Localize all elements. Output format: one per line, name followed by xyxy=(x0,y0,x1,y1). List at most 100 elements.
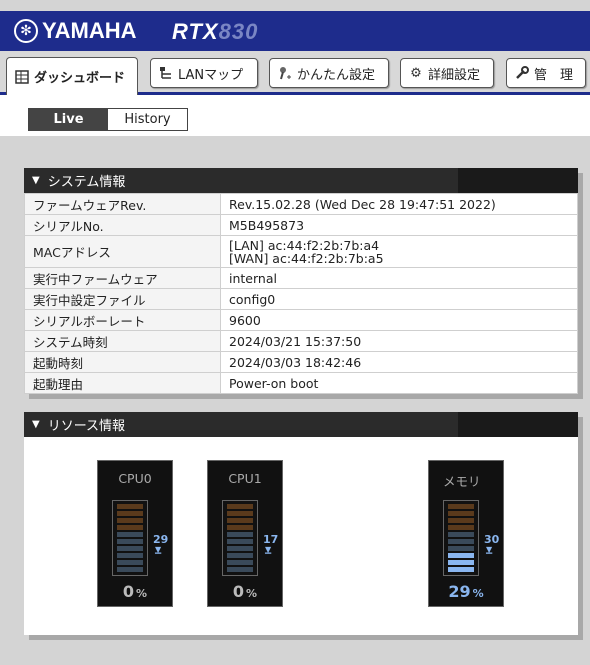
meter-segment xyxy=(227,560,253,565)
meter-segment xyxy=(117,511,143,516)
meter-percent: 0% xyxy=(208,582,282,601)
meter-segment xyxy=(227,567,253,572)
collapse-triangle-icon: ▼ xyxy=(32,419,40,430)
tab-advanced-settings-label: 詳細設定 xyxy=(428,67,481,83)
row-value: 9600 xyxy=(220,309,578,331)
system-info-title: システム情報 xyxy=(47,175,126,190)
meter-segment xyxy=(448,511,474,516)
row-value: 2024/03/03 18:42:46 xyxy=(220,351,578,373)
meter-segment xyxy=(448,532,474,537)
meter-segment xyxy=(117,546,143,551)
meter-percent: 0% xyxy=(98,582,172,601)
meter-segment xyxy=(448,553,474,558)
meter-segment xyxy=(448,539,474,544)
table-row: ファームウェアRev. Rev.15.02.28 (Wed Dec 28 19:… xyxy=(24,193,578,215)
row-key: ファームウェアRev. xyxy=(24,193,221,215)
row-key: 起動時刻 xyxy=(24,351,221,373)
yamaha-tuning-fork-icon: ✻ xyxy=(14,19,38,43)
model-prefix: RTX xyxy=(172,19,219,44)
meter-segment xyxy=(117,525,143,530)
resource-info-title: リソース情報 xyxy=(47,419,126,434)
meter-bars xyxy=(112,500,148,576)
meter-label: メモリ xyxy=(443,474,481,489)
table-row: 起動理由 Power-on boot xyxy=(24,372,578,394)
gear-icon: ⚙ xyxy=(410,65,422,81)
system-info-table: ファームウェアRev. Rev.15.02.28 (Wed Dec 28 19:… xyxy=(24,193,578,394)
live-button[interactable]: Live xyxy=(29,109,108,130)
meter-segment xyxy=(117,567,143,572)
wrench-icon xyxy=(515,66,529,80)
tab-dashboard[interactable]: ダッシュボード xyxy=(6,57,138,95)
system-info-header[interactable]: ▼ システム情報 xyxy=(24,168,578,193)
row-value: config0 xyxy=(220,288,578,310)
tab-management[interactable]: 管 理 xyxy=(506,58,586,88)
row-value: [LAN] ac:44:f2:2b:7b:a4 [WAN] ac:44:f2:2… xyxy=(220,235,578,268)
row-key: 実行中ファームウェア xyxy=(24,267,221,289)
peak-marker-icon: ▼ ▔ xyxy=(155,545,162,562)
resource-meters: CPU0 29 ▼ ▔ 0% CPU1 17 ▼ ▔ 0% メモリ 30 ▼ ▔ 29… xyxy=(24,437,578,635)
meter-value: 29 xyxy=(448,582,471,601)
meter-unit: % xyxy=(472,587,484,600)
meter-label: CPU0 xyxy=(118,471,152,486)
table-row: シリアルボーレート 9600 xyxy=(24,309,578,331)
row-value: 2024/03/21 15:37:50 xyxy=(220,330,578,352)
meter-bars xyxy=(443,500,479,576)
table-row: システム時刻 2024/03/21 15:37:50 xyxy=(24,330,578,352)
meter-segment xyxy=(227,504,253,509)
meter-unit: % xyxy=(136,587,148,600)
tab-management-label: 管 理 xyxy=(534,67,574,83)
header-shade xyxy=(458,412,578,437)
tab-easy-setup[interactable]: かんたん設定 xyxy=(269,58,389,88)
table-row: 実行中ファームウェア internal xyxy=(24,267,578,289)
brand-name: YAMAHA xyxy=(42,18,137,43)
table-row: 起動時刻 2024/03/03 18:42:46 xyxy=(24,351,578,373)
meter-segment xyxy=(227,518,253,523)
meter-segment xyxy=(117,518,143,523)
memory-meter: メモリ 30 ▼ ▔ 29% xyxy=(428,460,504,607)
meter-segment xyxy=(448,525,474,530)
row-key: シリアルNo. xyxy=(24,214,221,236)
peak-marker-icon: ▼ ▔ xyxy=(486,545,493,562)
meter-segment xyxy=(227,525,253,530)
dashboard-icon xyxy=(15,69,29,84)
meter-percent: 29% xyxy=(429,582,503,601)
live-history-toggle: Live History xyxy=(28,108,188,131)
meter-segment xyxy=(227,511,253,516)
meter-bars xyxy=(222,500,258,576)
cpu0-meter: CPU0 29 ▼ ▔ 0% xyxy=(97,460,173,607)
resource-info-header[interactable]: ▼ リソース情報 xyxy=(24,412,578,437)
history-button[interactable]: History xyxy=(108,109,187,130)
system-info-panel: ▼ システム情報 ファームウェアRev. Rev.15.02.28 (Wed D… xyxy=(24,168,578,394)
meter-segment xyxy=(117,539,143,544)
meter-segment xyxy=(448,504,474,509)
row-value: Rev.15.02.28 (Wed Dec 28 19:47:51 2022) xyxy=(220,193,578,215)
row-key: シリアルボーレート xyxy=(24,309,221,331)
meter-label: CPU1 xyxy=(228,471,262,486)
tab-lan-map[interactable]: LANマップ xyxy=(150,58,258,88)
meter-segment xyxy=(227,546,253,551)
meter-segment xyxy=(448,567,474,572)
table-row: MACアドレス [LAN] ac:44:f2:2b:7b:a4 [WAN] ac… xyxy=(24,235,578,268)
tab-advanced-settings[interactable]: ⚙ 詳細設定 xyxy=(400,58,494,88)
collapse-triangle-icon: ▼ xyxy=(32,175,40,186)
meter-segment xyxy=(117,504,143,509)
meter-segment xyxy=(448,518,474,523)
header-shade xyxy=(458,168,578,193)
model-suffix: 830 xyxy=(218,19,259,44)
meter-segment xyxy=(448,546,474,551)
meter-segment xyxy=(448,560,474,565)
wizard-icon xyxy=(278,66,292,80)
tab-lan-map-label: LANマップ xyxy=(178,67,244,83)
row-key: MACアドレス xyxy=(24,235,221,268)
mac-wan: [WAN] ac:44:f2:2b:7b:a5 xyxy=(229,250,384,266)
tab-easy-setup-label: かんたん設定 xyxy=(297,67,376,83)
row-key: システム時刻 xyxy=(24,330,221,352)
tab-dashboard-label: ダッシュボード xyxy=(34,71,126,86)
row-key: 実行中設定ファイル xyxy=(24,288,221,310)
meter-value: 0 xyxy=(122,582,135,601)
resource-info-panel: ▼ リソース情報 CPU0 29 ▼ ▔ 0% CPU1 17 ▼ ▔ 0% メモリ… xyxy=(24,412,578,635)
peak-marker-icon: ▼ ▔ xyxy=(265,545,272,562)
meter-segment xyxy=(227,539,253,544)
lan-map-icon xyxy=(159,66,173,80)
table-row: 実行中設定ファイル config0 xyxy=(24,288,578,310)
